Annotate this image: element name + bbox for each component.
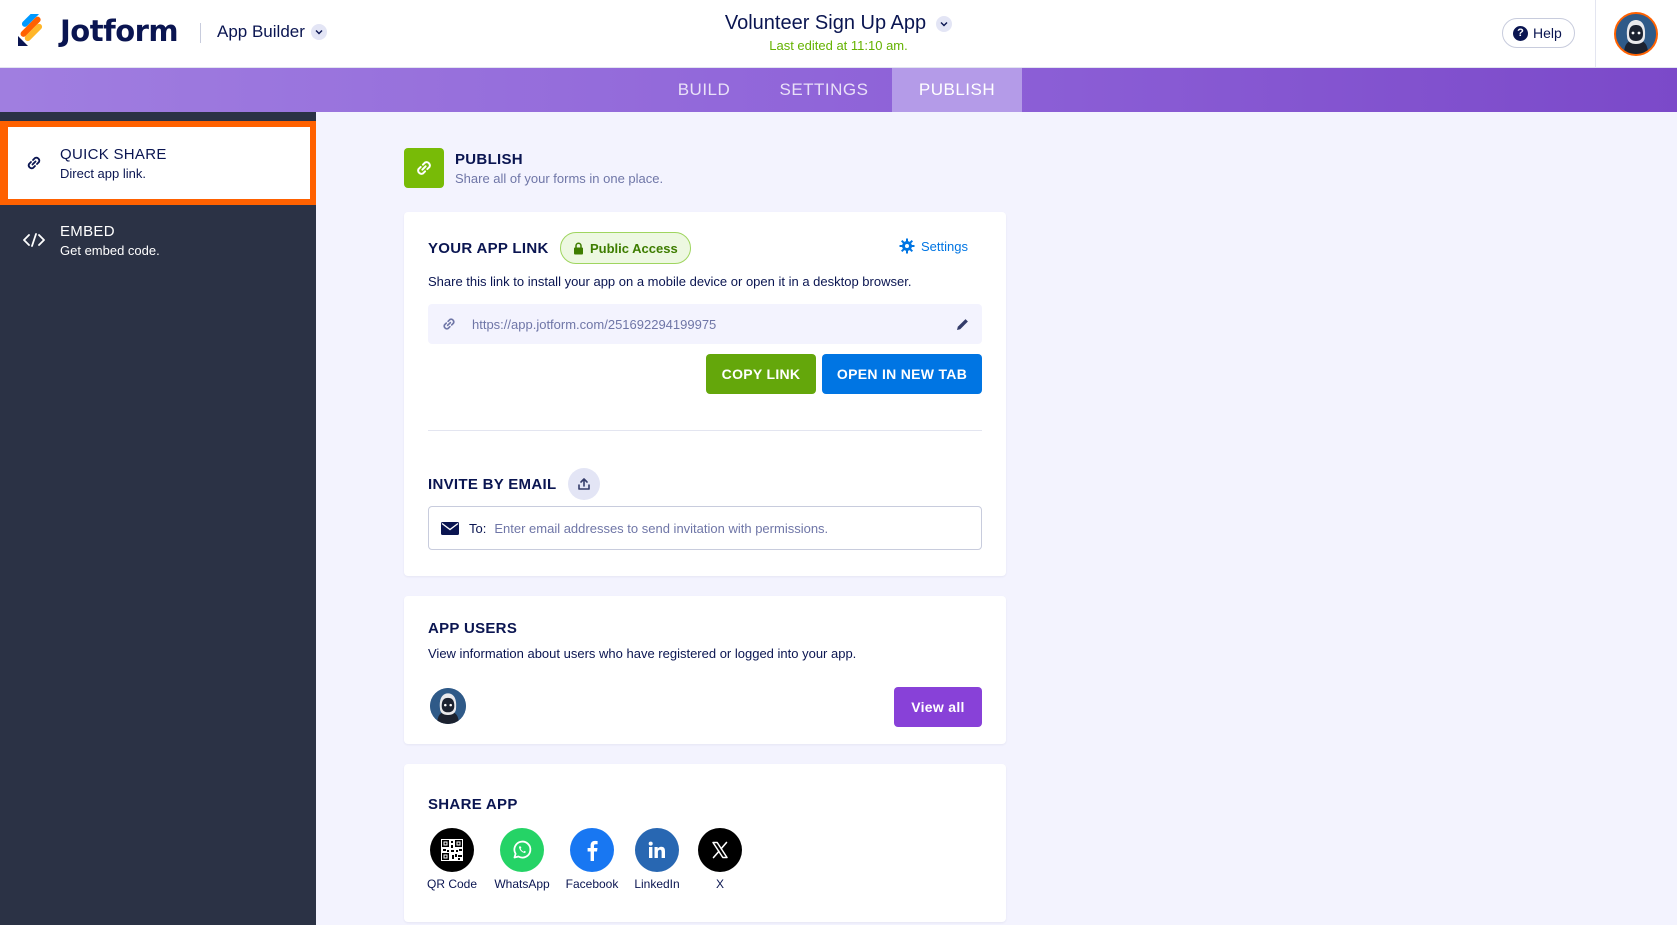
- header-divider: [1595, 0, 1596, 68]
- share-label: Facebook: [565, 877, 619, 891]
- jotform-logo[interactable]: Jotform: [16, 9, 179, 48]
- share-app-title: SHARE APP: [428, 796, 518, 813]
- app-link-settings-link[interactable]: Settings: [899, 238, 968, 254]
- app-link-title: YOUR APP LINK: [428, 240, 549, 257]
- share-qr-code[interactable]: QR Code: [417, 828, 487, 891]
- main-tab-bar: BUILD SETTINGS PUBLISH: [0, 68, 1677, 112]
- app-title: Volunteer Sign Up App: [724, 12, 927, 34]
- share-facebook[interactable]: Facebook: [557, 828, 627, 891]
- jotform-logo-text: Jotform: [60, 14, 179, 48]
- to-label: To:: [469, 520, 487, 536]
- invite-email-field[interactable]: To:: [428, 506, 982, 550]
- qr-code-icon[interactable]: [430, 828, 474, 872]
- link-icon: [443, 318, 455, 330]
- share-label: X: [715, 877, 724, 891]
- whatsapp-icon[interactable]: [500, 828, 544, 872]
- page-subtitle: Share all of your forms in one place.: [455, 170, 664, 186]
- facebook-icon[interactable]: [570, 828, 614, 872]
- top-header: Jotform App Builder Volunteer Sign Up Ap…: [0, 0, 1677, 68]
- app-users-card: APP USERS View information about users w…: [404, 596, 1006, 744]
- share-label: WhatsApp: [494, 877, 550, 891]
- share-whatsapp[interactable]: WhatsApp: [487, 828, 557, 891]
- tab-build[interactable]: BUILD: [652, 68, 756, 112]
- x-icon[interactable]: [698, 828, 742, 872]
- public-access-label: Public Access: [590, 240, 678, 256]
- invite-heading: INVITE BY EMAIL: [428, 468, 601, 500]
- app-title-dropdown[interactable]: Volunteer Sign Up App: [724, 12, 953, 35]
- app-users-title: APP USERS: [428, 620, 518, 637]
- sidebar-item-title: EMBED: [60, 222, 115, 240]
- header-divider: [200, 23, 201, 43]
- app-builder-label: App Builder: [217, 22, 305, 41]
- app-builder-dropdown[interactable]: App Builder: [217, 22, 327, 42]
- page-title: PUBLISH: [455, 150, 523, 168]
- sidebar-item-embed[interactable]: EMBED Get embed code.: [0, 212, 316, 268]
- settings-label: Settings: [921, 238, 968, 254]
- sidebar-item-subtitle: Get embed code.: [60, 242, 160, 258]
- section-divider: [428, 430, 982, 431]
- app-link-url: https://app.jotform.com/251692294199975: [472, 316, 717, 332]
- upload-icon[interactable]: [568, 468, 601, 500]
- invite-email-input[interactable]: [494, 520, 981, 536]
- share-label: QR Code: [426, 877, 478, 891]
- share-label: LinkedIn: [634, 877, 680, 891]
- open-in-new-tab-button[interactable]: OPEN IN NEW TAB: [822, 354, 982, 394]
- publish-heading: PUBLISH Share all of your forms in one p…: [404, 148, 663, 188]
- sidebar-item-title: QUICK SHARE: [60, 145, 167, 163]
- publish-sidebar: QUICK SHARE Direct app link. EMBED Get e…: [0, 112, 316, 925]
- copy-link-button[interactable]: COPY LINK: [706, 354, 816, 394]
- app-users-description: View information about users who have re…: [428, 646, 857, 661]
- help-button[interactable]: ? Help: [1502, 18, 1575, 48]
- linkedin-icon[interactable]: [635, 828, 679, 872]
- link-icon: [22, 153, 46, 173]
- chevron-down-icon: [936, 15, 953, 32]
- view-all-users-button[interactable]: View all: [894, 687, 982, 727]
- tab-settings[interactable]: SETTINGS: [756, 68, 892, 112]
- share-linkedin[interactable]: LinkedIn: [622, 828, 692, 891]
- link-icon: [404, 148, 444, 188]
- invite-title: INVITE BY EMAIL: [428, 475, 557, 493]
- envelope-icon: [441, 521, 459, 535]
- share-app-card: SHARE APP QR Code WhatsApp Facebook Link…: [404, 764, 1006, 922]
- sidebar-item-quick-share[interactable]: QUICK SHARE Direct app link.: [0, 121, 310, 205]
- app-user-avatar[interactable]: [430, 688, 466, 724]
- pencil-icon[interactable]: [955, 317, 970, 332]
- chevron-down-icon: [310, 24, 327, 40]
- public-access-badge[interactable]: Public Access: [560, 232, 691, 264]
- code-icon: [22, 232, 46, 248]
- help-label: Help: [1533, 25, 1562, 41]
- gear-icon: [899, 238, 915, 254]
- tab-publish[interactable]: PUBLISH: [892, 68, 1022, 112]
- lock-icon: [574, 242, 583, 254]
- app-link-field[interactable]: https://app.jotform.com/251692294199975: [428, 304, 982, 344]
- jotform-logo-icon: [16, 9, 48, 48]
- app-link-card: YOUR APP LINK Public Access Settings Sha…: [404, 212, 1006, 576]
- sidebar-item-subtitle: Direct app link.: [60, 165, 146, 181]
- share-x[interactable]: X: [685, 828, 755, 891]
- user-avatar[interactable]: [1614, 12, 1658, 56]
- app-link-description: Share this link to install your app on a…: [428, 274, 912, 289]
- help-icon: ?: [1513, 25, 1528, 41]
